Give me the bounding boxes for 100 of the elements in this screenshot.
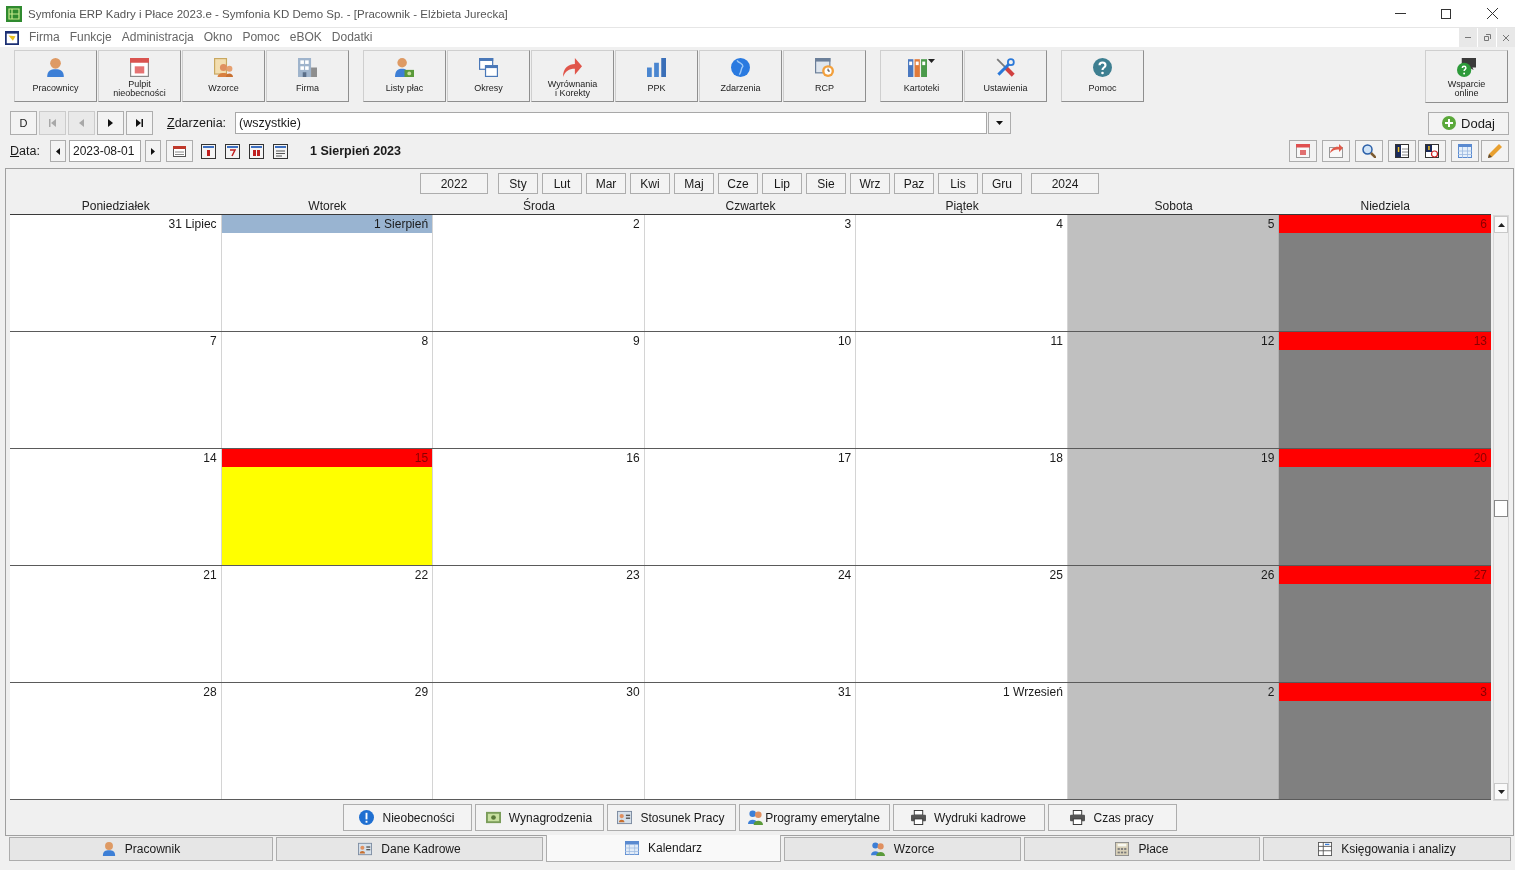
menu-item[interactable]: Funkcje (64, 28, 117, 47)
menu-item[interactable]: Firma (24, 28, 65, 47)
toolbar-button[interactable]: Pulpit nieobecności (98, 50, 181, 102)
month-button[interactable]: Cze (718, 173, 758, 194)
scroll-down-button[interactable] (1494, 783, 1508, 800)
day-view-icon[interactable] (201, 143, 216, 159)
calendar-day[interactable]: 8 (221, 332, 434, 448)
month-button[interactable]: Kwi (630, 173, 670, 194)
section-button[interactable]: Nieobecności (342, 804, 472, 831)
calendar-day[interactable]: 17 (644, 449, 857, 565)
toolbar-button[interactable]: Kartoteki (880, 50, 963, 102)
menu-item[interactable]: Dodatki (326, 28, 378, 47)
calendar-day[interactable]: 22 (221, 566, 434, 682)
calendar-day[interactable]: 10 (644, 332, 857, 448)
calendar-day[interactable]: 3 (644, 215, 857, 331)
list-view-icon[interactable] (273, 143, 288, 159)
calendar-day[interactable]: 25 (856, 566, 1068, 682)
calendar-day[interactable]: 30 (433, 683, 645, 799)
dropdown-button[interactable] (988, 112, 1012, 134)
nav-button[interactable]: D (10, 111, 37, 135)
tab[interactable]: Pracownik (9, 837, 273, 861)
calendar-day[interactable]: 11 (856, 332, 1068, 448)
add-button[interactable]: Dodaj (1428, 111, 1509, 135)
next-button[interactable] (97, 111, 124, 135)
menu-item[interactable]: Pomoc (237, 28, 285, 47)
calendar-day[interactable]: 1 Sierpień (221, 215, 434, 331)
week-view-icon[interactable] (225, 143, 240, 159)
calendar-day[interactable]: 28 (10, 683, 222, 799)
month-view-icon[interactable] (249, 143, 264, 159)
calendar-day[interactable]: 1 Wrzesień (856, 683, 1068, 799)
toolbar-button[interactable]: PPK (615, 50, 698, 102)
calendar-day[interactable]: 31 (644, 683, 857, 799)
month-button[interactable]: Lut (542, 173, 582, 194)
toolbar-button[interactable]: Pracownicy (14, 50, 97, 102)
toolbar-button[interactable] (1418, 140, 1446, 162)
calendar-day[interactable]: 7 (10, 332, 222, 448)
next-date-button[interactable] (145, 140, 161, 162)
toolbar-button[interactable]: Wzorce (182, 50, 265, 102)
calendar-day[interactable]: 26 (1067, 566, 1280, 682)
calendar-day[interactable]: 24 (644, 566, 857, 682)
calendar-day[interactable]: 21 (10, 566, 222, 682)
section-button[interactable]: Stosunek Pracy (606, 804, 736, 831)
section-button[interactable]: Programy emerytalne (738, 804, 890, 831)
events-dropdown[interactable]: (wszystkie) (235, 112, 988, 134)
vertical-scrollbar[interactable] (1493, 215, 1509, 801)
calendar-day[interactable]: 19 (1067, 449, 1280, 565)
previous-date-button[interactable] (50, 140, 66, 162)
section-button[interactable]: Czas pracy (1047, 804, 1177, 831)
tab[interactable]: Płace (1024, 837, 1260, 861)
toolbar-button[interactable]: Listy płac (363, 50, 446, 102)
menu-item[interactable]: Okno (198, 28, 238, 47)
restore-button[interactable] (1478, 28, 1496, 47)
toolbar-button[interactable]: Firma (266, 50, 349, 102)
month-button[interactable]: Gru (982, 173, 1022, 194)
calendar-day[interactable]: 4 (856, 215, 1068, 331)
calendar-day[interactable]: 29 (221, 683, 434, 799)
calendar-day[interactable]: 9 (433, 332, 645, 448)
section-button[interactable]: Wynagrodzenia (474, 804, 604, 831)
close-icon (1486, 8, 1498, 19)
scroll-up-button[interactable] (1494, 216, 1508, 233)
month-button[interactable]: Mar (586, 173, 626, 194)
toolbar-button[interactable]: Okresy (447, 50, 530, 102)
toolbar-button[interactable]: Wyrównania i Korekty (531, 50, 614, 102)
tab[interactable]: Kalendarz (546, 835, 781, 862)
support-button[interactable]: Wsparcie online (1425, 50, 1508, 103)
section-button[interactable]: Wydruki kadrowe (892, 804, 1045, 831)
last-button[interactable] (126, 111, 153, 135)
next-year-button[interactable]: 2024 (1031, 173, 1099, 194)
calendar-day[interactable]: 2 (1067, 683, 1280, 799)
toolbar-button[interactable]: Ustawienia (964, 50, 1047, 102)
month-button[interactable]: Lip (762, 173, 802, 194)
toolbar-button[interactable]: Pomoc (1061, 50, 1144, 102)
previous-year-button[interactable]: 2022 (420, 173, 488, 194)
calendar-day[interactable]: 12 (1067, 332, 1280, 448)
month-button[interactable]: Sty (498, 173, 538, 194)
month-button[interactable]: Lis (938, 173, 978, 194)
calendar-day[interactable]: 5 (1067, 215, 1280, 331)
month-button[interactable]: Wrz (850, 173, 890, 194)
month-button[interactable]: Maj (674, 173, 714, 194)
close-button[interactable] (1497, 28, 1515, 47)
calendar-day[interactable]: 14 (10, 449, 222, 565)
toolbar-button[interactable]: Zdarzenia (699, 50, 782, 102)
scroll-thumb[interactable] (1494, 499, 1508, 517)
tab[interactable]: Dane Kadrowe (276, 837, 543, 861)
calendar-button[interactable] (166, 140, 193, 162)
toolbar-button[interactable] (1388, 140, 1416, 162)
toolbar-button[interactable]: RCP (783, 50, 866, 102)
calendar-day[interactable]: 31 Lipiec (10, 215, 222, 331)
calendar-day[interactable]: 2 (433, 215, 645, 331)
tab[interactable]: Wzorce (784, 837, 1021, 861)
calendar-day[interactable]: 23 (433, 566, 645, 682)
menu-item[interactable]: eBOK (284, 28, 327, 47)
month-button[interactable]: Sie (806, 173, 846, 194)
document-window-icon[interactable] (5, 30, 19, 45)
menu-item[interactable]: Administracja (116, 28, 199, 47)
calendar-day[interactable]: 16 (433, 449, 645, 565)
date-input[interactable]: 2023-08-01 (69, 140, 141, 162)
tab[interactable]: Księgowania i analizy (1263, 837, 1511, 861)
month-button[interactable]: Paz (894, 173, 934, 194)
calendar-day[interactable]: 18 (856, 449, 1068, 565)
